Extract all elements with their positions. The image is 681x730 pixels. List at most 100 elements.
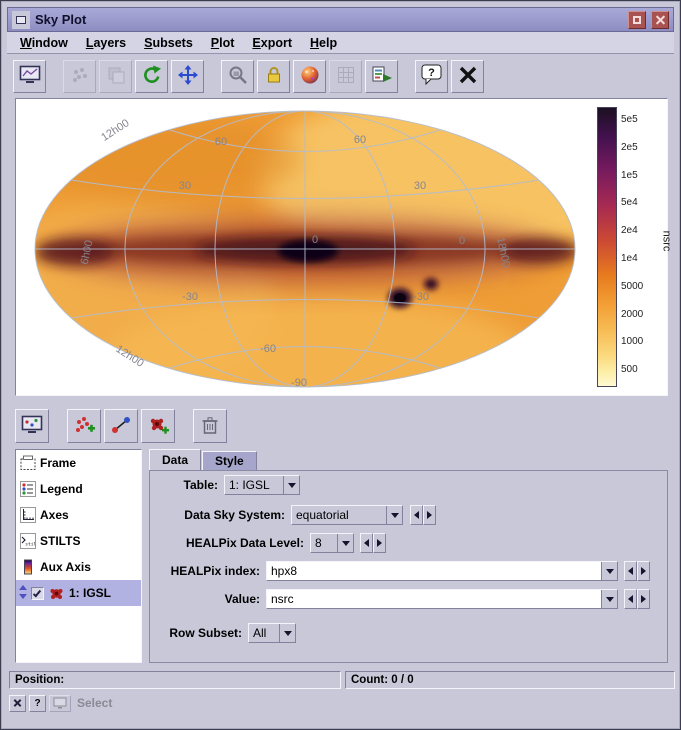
layer-item-label: Aux Axis [40,560,91,574]
clear-selection-button[interactable] [9,695,26,712]
sky-plot-canvas[interactable]: 12h00 60 60 30 30 6h00 0 0 18h00 -30 -30… [15,98,668,396]
magnifier-lock-icon [228,65,248,88]
frame-icon [19,455,36,472]
sky-plot-window: Sky Plot Window Layers Subsets Plot Expo… [0,0,681,730]
colorbar-tick: 2e5 [621,142,638,153]
sky-system-combo-value: equatorial [292,506,386,524]
healpix-index-combo[interactable]: hpx8 [266,561,618,581]
export-icon [371,65,393,88]
layer-visibility-checkbox[interactable] [31,587,44,600]
spin-right-button[interactable] [423,505,436,525]
add-position-layer-button[interactable] [67,409,101,443]
layer-item-stilts[interactable]: stilts STILTS [16,528,141,554]
spin-right-button[interactable] [637,589,650,609]
healpix-level-combo[interactable]: 8 [310,533,354,553]
table-combo[interactable]: 1: IGSL [224,475,300,495]
aux-shader-button[interactable] [293,60,326,93]
colorbar-ticks: 5e5 2e5 1e5 5e4 2e4 1e4 5000 2000 1000 5… [621,107,659,387]
select-label: Select [77,696,112,710]
layer-item-aux-axis[interactable]: Aux Axis [16,554,141,580]
menu-window[interactable]: Window [11,33,77,53]
help-button[interactable]: ? [415,60,448,93]
spin-right-button[interactable] [373,533,386,553]
igsl-blob-icon [48,585,65,602]
healpix-level-combo-value: 8 [311,534,337,552]
colorbar-axis-label: nsrc [660,231,672,252]
spin-left-button[interactable] [624,589,637,609]
healpix-level-label: HEALPix Data Level: [158,533,304,553]
maximize-button[interactable] [628,11,646,29]
close-button[interactable] [651,11,669,29]
stamp-disabled-button [99,60,132,93]
footer-bar: ? Select [9,693,112,713]
grid-label: -60 [260,343,276,355]
pan-button[interactable] [171,60,204,93]
close-window-button[interactable] [451,60,484,93]
plot-layers-button[interactable] [15,409,49,443]
tab-data[interactable]: Data [149,449,201,471]
menu-export[interactable]: Export [243,33,301,53]
grid-label: 30 [414,180,426,192]
healpix-index-spinner [624,561,650,581]
data-tab-panel: Table: 1: IGSL Data Sky System: equatori… [149,470,668,663]
spin-left-button[interactable] [410,505,423,525]
sky-map[interactable]: 12h00 60 60 30 30 6h00 0 0 18h00 -30 -30… [20,101,590,393]
axis-lock-button[interactable] [257,60,290,93]
replot-button[interactable] [135,60,168,93]
panel-tabs: Data Style [149,449,258,471]
healpix-blob-icon [147,414,169,439]
value-combo[interactable]: nsrc [266,589,618,609]
chevron-down-icon [283,476,299,494]
colorbar-tick: 5e4 [621,197,638,208]
add-healpix-layer-button[interactable] [141,409,175,443]
colorbar-tick: 500 [621,364,638,375]
value-label: Value: [158,589,260,609]
menu-plot[interactable]: Plot [202,33,244,53]
value-spinner [624,589,650,609]
titlebar[interactable]: Sky Plot [7,7,674,32]
layer-item-frame[interactable]: Frame [16,450,141,476]
plot-window-button[interactable] [13,60,46,93]
delete-layer-button[interactable] [193,409,227,443]
chevron-down-icon [601,562,617,580]
menu-help[interactable]: Help [301,33,346,53]
layer-item-label: Axes [40,508,69,522]
grid-label: 60 [215,136,227,148]
footer-help-button[interactable]: ? [29,695,46,712]
menu-subsets[interactable]: Subsets [135,33,202,53]
value-combo-value: nsrc [267,590,601,608]
grid-label: 0 [312,234,318,246]
grid-icon [336,65,356,88]
point-cluster-icon [70,65,90,88]
chevron-down-icon [337,534,353,552]
layer-item-igsl[interactable]: 1: IGSL [16,580,141,606]
table-combo-value: 1: IGSL [225,476,283,494]
grid-label: 60 [354,134,366,146]
refresh-icon [142,65,162,88]
zoom-lock-button[interactable] [221,60,254,93]
plot-window-dots-icon [21,415,43,438]
stamp-icon [106,65,126,88]
sky-system-label: Data Sky System: [158,505,285,525]
menubar: Window Layers Subsets Plot Export Help [7,32,674,54]
menu-layers[interactable]: Layers [77,33,135,53]
layer-item-axes[interactable]: Axes [16,502,141,528]
row-subset-combo[interactable]: All [248,623,296,643]
count-status: Count: 0 / 0 [345,671,675,689]
colorbar-tick: 2e4 [621,225,638,236]
spin-right-button[interactable] [637,561,650,581]
spin-left-button[interactable] [624,561,637,581]
export-button[interactable] [365,60,398,93]
window-system-icon[interactable] [12,11,30,29]
spin-left-button[interactable] [360,533,373,553]
sky-system-combo[interactable]: equatorial [291,505,403,525]
help-bubble-icon: ? [421,64,443,88]
healpix-index-label: HEALPix index: [158,561,260,581]
layer-item-legend[interactable]: Legend [16,476,141,502]
colorbar-tick: 2000 [621,309,643,320]
drag-handle-icon[interactable] [19,585,27,602]
grid-label: -30 [182,291,198,303]
healpix-level-spinner [360,533,386,553]
add-pair-layer-button[interactable] [104,409,138,443]
tab-style[interactable]: Style [202,451,257,471]
